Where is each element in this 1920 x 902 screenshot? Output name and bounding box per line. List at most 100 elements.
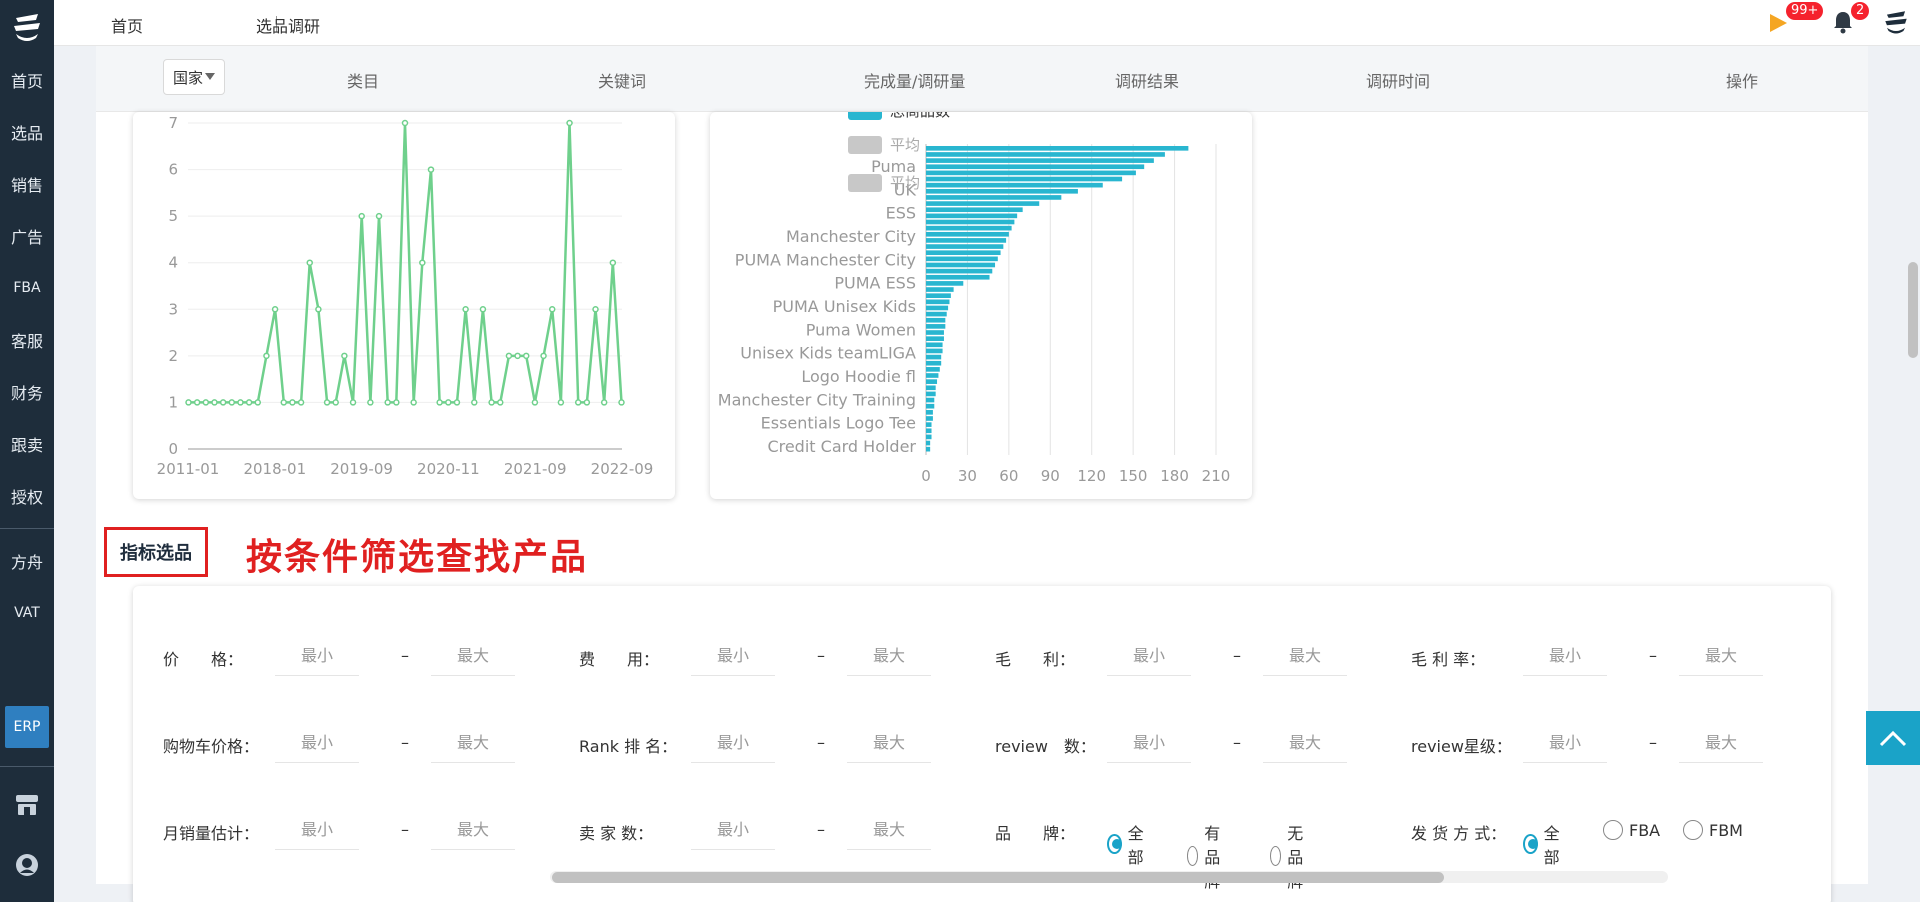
bar[interactable] — [926, 250, 1001, 256]
bar[interactable] — [926, 428, 932, 434]
bar[interactable] — [926, 403, 935, 409]
line-point[interactable] — [245, 399, 253, 406]
legend-label[interactable]: 平均 — [890, 174, 920, 192]
bar[interactable] — [926, 385, 936, 391]
line-point[interactable] — [384, 399, 391, 406]
line-point[interactable] — [185, 399, 192, 406]
line-point[interactable] — [453, 399, 461, 406]
line-point[interactable] — [427, 166, 435, 173]
line-point[interactable] — [332, 399, 339, 406]
line-point[interactable] — [548, 306, 556, 313]
bar[interactable] — [926, 188, 1078, 194]
line-point[interactable] — [462, 306, 469, 313]
min-input[interactable] — [275, 723, 359, 763]
line-point[interactable] — [505, 352, 513, 360]
max-input[interactable] — [431, 723, 515, 763]
line-point[interactable] — [367, 399, 374, 406]
bar[interactable] — [926, 373, 939, 378]
avatar[interactable] — [1882, 8, 1910, 40]
bar[interactable] — [926, 317, 946, 323]
line-point[interactable] — [393, 399, 400, 406]
line-point[interactable] — [237, 399, 244, 406]
bar[interactable] — [926, 219, 1015, 225]
bar[interactable] — [926, 336, 944, 341]
line-point[interactable] — [228, 399, 236, 406]
bar[interactable] — [926, 342, 943, 348]
tab-home[interactable]: 首页 — [111, 13, 143, 37]
max-input[interactable] — [1263, 723, 1347, 763]
line-point[interactable] — [219, 399, 227, 406]
line-point[interactable] — [271, 306, 279, 313]
erp-button[interactable]: ERP — [5, 706, 49, 748]
bar[interactable] — [926, 348, 943, 354]
legend-label[interactable]: 平均 — [890, 136, 920, 154]
line-point[interactable] — [600, 399, 608, 406]
line-point[interactable] — [566, 119, 573, 127]
vertical-scrollbar-thumb[interactable] — [1908, 262, 1918, 358]
bar[interactable] — [926, 244, 1004, 249]
bar[interactable] — [926, 391, 936, 397]
bar[interactable] — [926, 170, 1136, 176]
bar[interactable] — [926, 274, 990, 280]
min-input[interactable] — [275, 810, 359, 850]
support-icon[interactable] — [13, 851, 41, 879]
bar[interactable] — [926, 238, 1007, 243]
bar[interactable] — [926, 360, 942, 366]
line-point[interactable] — [531, 399, 539, 406]
line-point[interactable] — [488, 399, 495, 406]
radio-option[interactable]: 全部 — [1523, 820, 1565, 868]
min-input[interactable] — [1107, 636, 1191, 676]
horizontal-scrollbar-thumb[interactable] — [552, 872, 1444, 883]
min-input[interactable] — [691, 810, 775, 850]
line-point[interactable] — [410, 399, 417, 406]
line-point[interactable] — [211, 399, 218, 406]
logo[interactable] — [0, 0, 54, 54]
line-point[interactable] — [193, 399, 201, 406]
bar[interactable] — [926, 379, 938, 384]
line-point[interactable] — [254, 399, 262, 406]
line-point[interactable] — [323, 399, 331, 406]
line-point[interactable] — [306, 259, 313, 266]
bar[interactable] — [926, 330, 944, 335]
bar[interactable] — [926, 354, 942, 360]
bar[interactable] — [926, 446, 931, 452]
line-point[interactable] — [401, 119, 409, 127]
sidebar-item[interactable]: 跟卖 — [0, 418, 54, 470]
flag-icon[interactable] — [1767, 12, 1789, 38]
max-input[interactable] — [1263, 636, 1347, 676]
bar[interactable] — [926, 410, 933, 415]
country-select[interactable]: 国家 — [163, 59, 225, 95]
bar[interactable] — [926, 225, 1012, 231]
line-point[interactable] — [341, 352, 348, 360]
legend-label[interactable]: 总商品数 — [890, 112, 950, 120]
line-point[interactable] — [514, 352, 521, 360]
min-input[interactable] — [275, 636, 359, 676]
bar[interactable] — [926, 256, 998, 262]
min-input[interactable] — [1107, 723, 1191, 763]
max-input[interactable] — [431, 636, 515, 676]
bar[interactable] — [926, 416, 933, 421]
min-input[interactable] — [1523, 636, 1607, 676]
line-point[interactable] — [522, 352, 530, 360]
bar[interactable] — [926, 281, 964, 286]
radio-option[interactable]: 全部 — [1107, 820, 1149, 868]
line-point[interactable] — [202, 399, 210, 406]
bar[interactable] — [926, 262, 996, 268]
line-point[interactable] — [592, 306, 599, 313]
legend-swatch[interactable] — [848, 136, 882, 154]
line-point[interactable] — [445, 399, 452, 406]
bar[interactable] — [926, 201, 1040, 206]
line-point[interactable] — [289, 399, 296, 406]
bar[interactable] — [926, 434, 932, 440]
bar[interactable] — [926, 207, 1023, 213]
bar[interactable] — [926, 293, 951, 298]
bar[interactable] — [926, 324, 946, 329]
max-input[interactable] — [1679, 636, 1763, 676]
bar[interactable] — [926, 195, 1062, 200]
bar[interactable] — [926, 397, 935, 403]
line-point[interactable] — [419, 259, 426, 266]
min-input[interactable] — [691, 723, 775, 763]
store-icon[interactable] — [13, 791, 41, 819]
line-point[interactable] — [574, 399, 582, 406]
bar[interactable] — [926, 231, 1009, 237]
